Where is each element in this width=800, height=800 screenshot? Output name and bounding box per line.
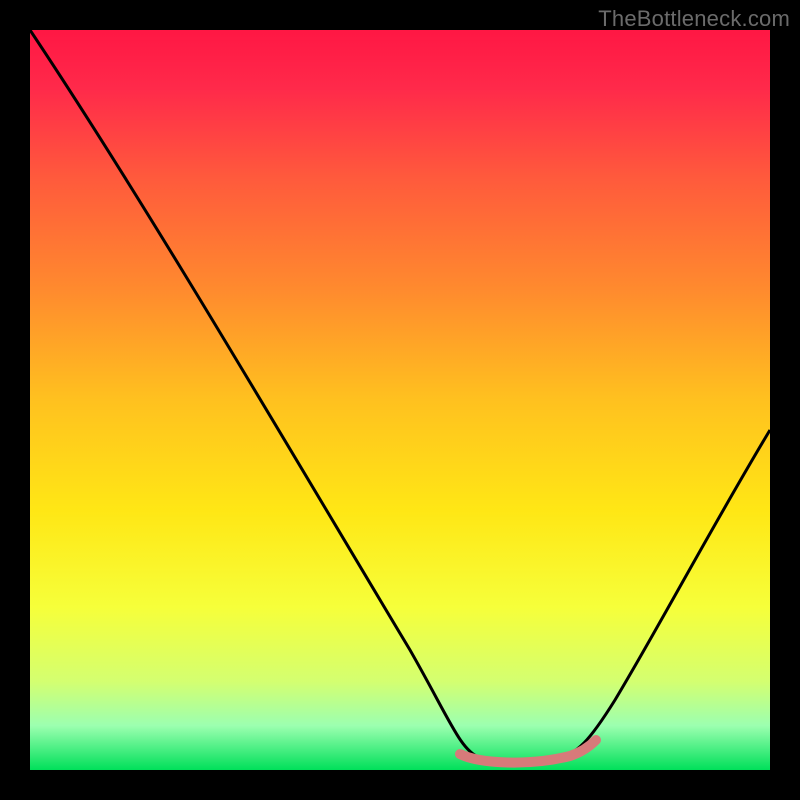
bottleneck-curve — [30, 30, 770, 764]
plot-area — [30, 30, 770, 770]
curve-layer — [30, 30, 770, 770]
valley-highlight — [460, 740, 596, 763]
watermark-label: TheBottleneck.com — [598, 6, 790, 32]
chart-container: TheBottleneck.com — [0, 0, 800, 800]
